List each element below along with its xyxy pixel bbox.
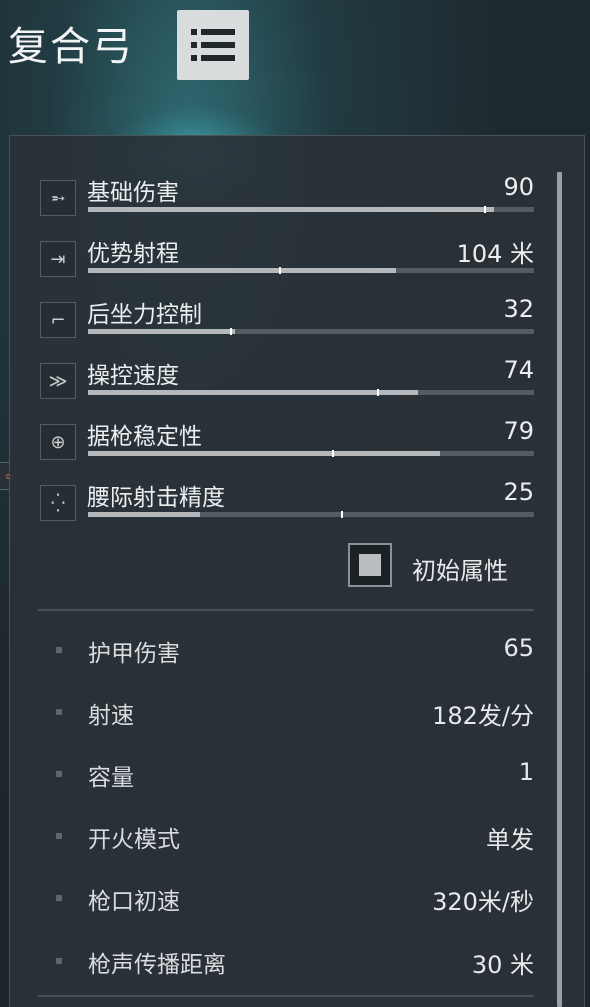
hipfire-icon: ⁛ bbox=[40, 485, 76, 521]
checkbox-checked-icon bbox=[359, 554, 381, 576]
base-attributes-checkbox[interactable] bbox=[348, 543, 392, 587]
bullet-icon bbox=[56, 895, 62, 901]
stat-row-handling-speed: ≫ 操控速度 74 bbox=[40, 355, 534, 405]
bullet-icon bbox=[56, 958, 62, 964]
stat-row-effective-range: ⇥ 优势射程 104 米 bbox=[40, 233, 534, 283]
stat-value: 104 米 bbox=[456, 240, 534, 268]
stat-bar bbox=[88, 389, 534, 396]
base-attributes-toggle[interactable]: 初始属性 bbox=[348, 543, 538, 589]
bullet-icon bbox=[56, 709, 62, 715]
stat-label: 基础伤害 bbox=[87, 180, 179, 206]
attribute-value: 30 米 bbox=[471, 951, 534, 979]
list-menu-button[interactable] bbox=[177, 10, 249, 80]
stat-value: 79 bbox=[503, 417, 534, 445]
attribute-row-sound-range: 枪声传播距离 30 米 bbox=[56, 943, 534, 983]
attribute-label: 护甲伤害 bbox=[88, 641, 180, 667]
weapon-stats-screen: 复合弓 ∞ ➵ 基础伤害 90 ⇥ 优势射程 104 米 ⌐ 后坐力控制 32 bbox=[0, 0, 590, 1007]
section-divider bbox=[38, 609, 534, 611]
range-icon: ⇥ bbox=[40, 241, 76, 277]
attribute-row-capacity: 容量 1 bbox=[56, 756, 534, 796]
attribute-row-fire-mode: 开火模式 单发 bbox=[56, 818, 534, 858]
bullet-icon bbox=[56, 833, 62, 839]
stat-bar-marker bbox=[341, 511, 344, 518]
stat-bar-fill bbox=[88, 268, 396, 273]
damage-icon: ➵ bbox=[40, 180, 76, 216]
stat-value: 32 bbox=[503, 295, 534, 323]
stat-bar-fill bbox=[88, 512, 200, 517]
stat-label: 后坐力控制 bbox=[87, 302, 202, 328]
stat-bar-fill bbox=[88, 451, 441, 456]
crosshair-icon: ⊕ bbox=[40, 424, 76, 460]
bullet-icon bbox=[56, 647, 62, 653]
attribute-label: 开火模式 bbox=[88, 827, 180, 853]
weapon-title: 复合弓 bbox=[8, 24, 134, 70]
attribute-label: 射速 bbox=[88, 703, 134, 729]
attribute-value: 65 bbox=[503, 634, 534, 662]
stat-bar-marker bbox=[332, 450, 335, 457]
recoil-icon: ⌐ bbox=[40, 302, 76, 338]
stat-bar-fill bbox=[88, 207, 494, 212]
stat-label: 据枪稳定性 bbox=[87, 424, 202, 450]
stat-bar bbox=[88, 206, 534, 213]
bullet-icon bbox=[56, 771, 62, 777]
attribute-value: 1 bbox=[518, 758, 534, 786]
stat-bar bbox=[88, 450, 534, 457]
attribute-row-fire-rate: 射速 182发/分 bbox=[56, 694, 534, 734]
stat-value: 74 bbox=[503, 356, 534, 384]
attribute-row-armor-damage: 护甲伤害 65 bbox=[56, 632, 534, 672]
list-icon bbox=[191, 29, 235, 61]
base-attributes-label: 初始属性 bbox=[412, 557, 508, 585]
attribute-value: 182发/分 bbox=[432, 702, 534, 730]
stat-bar-fill bbox=[88, 390, 419, 395]
attribute-label: 枪口初速 bbox=[88, 889, 180, 915]
attribute-value: 单发 bbox=[486, 826, 534, 854]
stat-bar-marker bbox=[483, 206, 486, 213]
stat-bar bbox=[88, 511, 534, 518]
stat-label: 优势射程 bbox=[87, 241, 179, 267]
attribute-value: 320米/秒 bbox=[432, 888, 534, 916]
stat-label: 操控速度 bbox=[87, 363, 179, 389]
stat-bar-marker bbox=[376, 389, 379, 396]
stat-row-hipfire-accuracy: ⁛ 腰际射击精度 25 bbox=[40, 477, 534, 527]
stat-bar-marker bbox=[229, 328, 232, 335]
section-divider bbox=[38, 995, 534, 997]
stat-row-aim-stability: ⊕ 据枪稳定性 79 bbox=[40, 416, 534, 466]
attribute-label: 容量 bbox=[88, 765, 134, 791]
panel-scrollbar[interactable] bbox=[557, 172, 562, 1007]
stat-bar bbox=[88, 267, 534, 274]
stat-bar bbox=[88, 328, 534, 335]
stat-value: 90 bbox=[503, 173, 534, 201]
stat-label: 腰际射击精度 bbox=[87, 485, 225, 511]
stat-row-base-damage: ➵ 基础伤害 90 bbox=[40, 172, 534, 222]
attribute-row-muzzle-velocity: 枪口初速 320米/秒 bbox=[56, 880, 534, 920]
stat-bar-marker bbox=[278, 267, 281, 274]
stat-bar-fill bbox=[88, 329, 236, 334]
attribute-label: 枪声传播距离 bbox=[88, 952, 226, 978]
stat-value: 25 bbox=[503, 478, 534, 506]
stat-row-recoil-control: ⌐ 后坐力控制 32 bbox=[40, 294, 534, 344]
handling-icon: ≫ bbox=[40, 363, 76, 399]
